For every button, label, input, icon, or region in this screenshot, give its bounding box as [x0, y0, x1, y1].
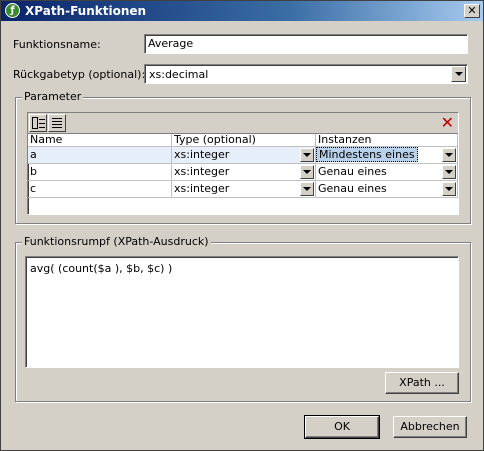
table-row[interactable]: b xs:integer Genau eines — [28, 164, 458, 181]
title-bar: ƒ XPath-Funktionen ✕ — [1, 1, 483, 21]
insert-row-icon[interactable] — [29, 114, 47, 132]
type-dropdown-icon[interactable] — [300, 165, 314, 179]
param-type-value: xs:integer — [174, 148, 230, 161]
delete-icon[interactable]: ✕ — [441, 114, 454, 132]
close-button[interactable]: ✕ — [464, 4, 480, 18]
param-instances-cell[interactable]: Genau eines — [316, 164, 458, 180]
function-name-input[interactable]: Average — [144, 34, 468, 54]
parameter-group-label: Parameter — [22, 90, 84, 103]
append-row-icon[interactable] — [48, 114, 66, 132]
ok-button[interactable]: OK — [304, 415, 380, 439]
window-title: XPath-Funktionen — [25, 4, 147, 18]
app-icon: ƒ — [5, 3, 20, 18]
type-dropdown-icon[interactable] — [300, 148, 314, 162]
instances-dropdown-icon[interactable] — [442, 148, 456, 162]
parameter-grid: ✕ Name Type (optional) Instanzen a xs:in… — [27, 112, 459, 215]
xpath-expression-value: avg( (count($a ), $b, $c) ) — [30, 262, 173, 275]
cancel-button[interactable]: Abbrechen — [393, 416, 467, 438]
return-type-dropdown-icon[interactable] — [451, 66, 466, 82]
column-header-type: Type (optional) — [172, 134, 316, 147]
param-type-cell[interactable]: xs:integer — [172, 181, 316, 197]
param-instances-value: Genau eines — [318, 182, 387, 195]
function-body-group-label: Funktionsrumpf (XPath-Ausdruck) — [22, 235, 211, 248]
param-name-cell[interactable]: c — [28, 181, 172, 197]
param-type-value: xs:integer — [174, 182, 230, 195]
xpath-builder-button[interactable]: XPath ... — [385, 372, 459, 394]
table-row[interactable]: c xs:integer Genau eines — [28, 181, 458, 198]
type-dropdown-icon[interactable] — [300, 182, 314, 196]
column-header-instances: Instanzen — [316, 134, 458, 147]
parameter-toolbar: ✕ — [28, 113, 458, 134]
xpath-functions-dialog: ƒ XPath-Funktionen ✕ Funktionsname: Aver… — [0, 0, 484, 451]
param-type-cell[interactable]: xs:integer — [172, 164, 316, 180]
param-type-cell[interactable]: xs:integer — [172, 147, 316, 163]
column-header-name: Name — [28, 134, 172, 147]
param-name-cell[interactable]: b — [28, 164, 172, 180]
param-instances-value: Genau eines — [318, 165, 387, 178]
param-type-value: xs:integer — [174, 165, 230, 178]
table-row[interactable]: a xs:integer Mindestens eines — [28, 147, 458, 164]
function-name-label: Funktionsname: — [13, 38, 101, 51]
xpath-expression-textarea[interactable]: avg( (count($a ), $b, $c) ) — [25, 256, 459, 368]
instances-dropdown-icon[interactable] — [442, 165, 456, 179]
param-name-cell[interactable]: a — [28, 147, 172, 163]
param-instances-cell[interactable]: Genau eines — [316, 181, 458, 197]
function-name-value: Average — [148, 37, 194, 50]
instances-dropdown-icon[interactable] — [442, 182, 456, 196]
param-instances-cell[interactable]: Mindestens eines — [316, 147, 458, 163]
return-type-value: xs:decimal — [149, 68, 209, 81]
param-instances-value: Mindestens eines — [316, 147, 418, 162]
return-type-select[interactable]: xs:decimal — [144, 64, 468, 84]
return-type-label: Rückgabetyp (optional): — [13, 68, 146, 81]
